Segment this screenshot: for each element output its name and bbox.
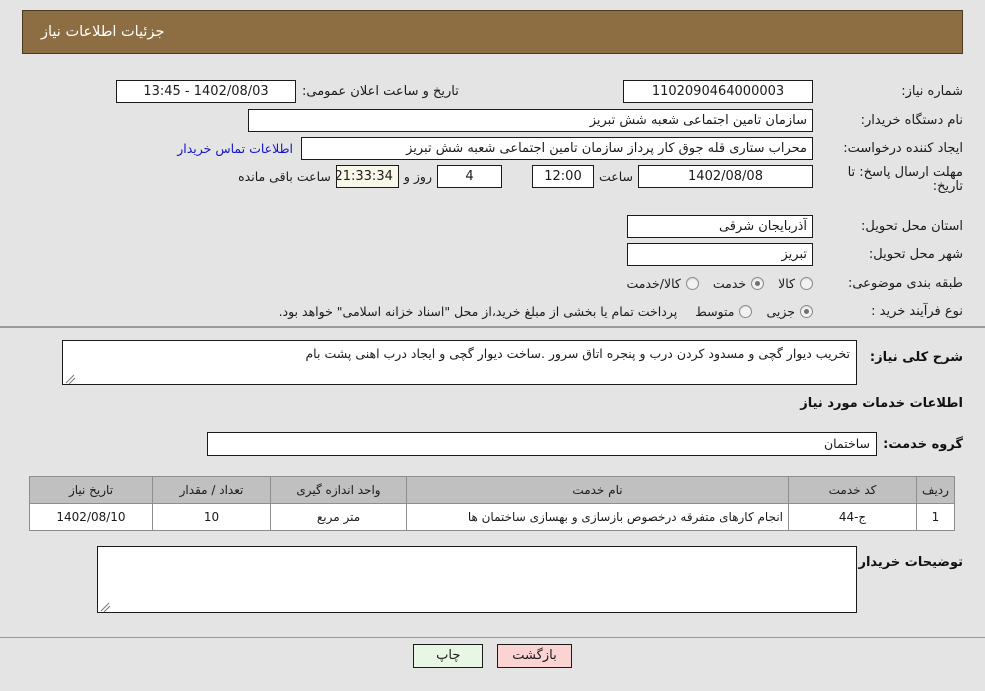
service-group-value: ساختمان [824,436,870,451]
radio-process-jozei[interactable] [800,304,813,318]
payment-note: پرداخت تمام یا بخشی از مبلغ خرید،از محل … [278,303,678,319]
hour-label: ساعت [598,169,633,184]
cell-quantity: 10 [152,503,271,531]
need-number-label: شماره نیاز: [901,83,963,99]
category-radio-group: کالا خدمت کالا/خدمت [612,276,813,291]
service-group-label: گروه خدمت: [883,437,963,452]
radio-category-kala-khedmat-label: کالا/خدمت [626,275,681,291]
need-number-value: 1102090464000003 [623,79,813,103]
delivery-city-value: تبریز [627,242,813,266]
remaining-hours-label: ساعت باقی مانده [238,169,331,184]
col-need-date: تاریخ نیاز [29,476,153,504]
countdown-timer: 21:33:34 [335,165,399,188]
need-details-panel: شرح کلی نیاز: تخریب دیوار گچی و مسدود کر… [0,327,985,638]
cell-service-name: انجام کارهای متفرقه درخصوص بازسازی و بهس… [406,503,789,531]
remaining-days-value: 4 [436,165,502,188]
col-radif: ردیف [916,476,955,504]
print-button[interactable]: چاپ [413,644,484,668]
table-header-row: ردیف کد خدمت نام خدمت واحد اندازه گیری ت… [29,476,955,504]
radio-category-kala[interactable] [800,276,813,290]
need-info-panel: شماره نیاز: 1102090464000003 تاریخ و ساع… [0,66,985,327]
resize-grip-icon [65,372,76,384]
back-button[interactable]: بازگشت [497,644,572,668]
page-title: جزئیات اطلاعات نیاز [41,24,165,40]
buyer-org-value: سازمان تامین اجتماعی شعبه شش تبریز [248,108,813,132]
process-type-label: نوع فرآیند خرید : [871,303,963,319]
col-unit: واحد اندازه گیری [270,476,407,504]
delivery-province-label: استان محل تحویل: [861,218,963,234]
request-creator-value: محراب ستاری قله جوق کار پرداز سازمان تام… [301,136,813,160]
deadline-time-value: 12:00 [531,165,594,188]
deadline-label: مهلت ارسال پاسخ: تا تاریخ: [847,165,963,194]
radio-process-motavaset-label: متوسط [695,303,735,319]
days-label: روز و [403,169,432,184]
buyer-org-label: نام دستگاه خریدار: [860,112,963,128]
cell-service-code: ج-44 [788,503,917,531]
process-radio-group: جزیی متوسط [681,304,813,319]
table-row: 1 ج-44 انجام کارهای متفرقه درخصوص بازساز… [29,503,955,531]
cell-unit: متر مربع [270,503,407,531]
radio-category-kala-label: کالا [778,275,795,291]
general-desc-label: شرح کلی نیاز: [869,350,963,365]
page-header: جزئیات اطلاعات نیاز [22,10,963,54]
action-button-bar: بازگشت چاپ [0,644,985,668]
radio-category-khedmat[interactable] [751,276,765,290]
announce-datetime-label: تاریخ و ساعت اعلان عمومی: [302,83,459,99]
radio-process-jozei-label: جزیی [766,303,795,319]
cell-radif: 1 [916,503,955,531]
general-desc-box: تخریب دیوار گچی و مسدود کردن درب و پنجره… [62,340,857,385]
radio-process-motavaset[interactable] [739,304,753,318]
request-creator-label: ایجاد کننده درخواست: [843,140,963,156]
announce-datetime-value: 1402/08/03 - 13:45 [116,79,296,103]
general-desc-value: تخریب دیوار گچی و مسدود کردن درب و پنجره… [305,346,850,361]
col-service-name: نام خدمت [406,476,789,504]
radio-category-kala-khedmat[interactable] [685,276,699,290]
services-table: ردیف کد خدمت نام خدمت واحد اندازه گیری ت… [29,476,955,531]
radio-category-khedmat-label: خدمت [712,275,747,291]
delivery-city-label: شهر محل تحویل: [868,246,963,262]
delivery-province-value: آذربایجان شرقی [627,214,813,238]
col-quantity: تعداد / مقدار [152,476,271,504]
resize-grip-icon-2 [100,600,111,612]
category-label: طبقه بندی موضوعی: [847,275,963,291]
buyer-contact-link[interactable]: اطلاعات تماس خریدار [169,141,301,156]
buyer-notes-box [97,546,857,613]
cell-need-date: 1402/08/10 [29,503,153,531]
deadline-date-value: 1402/08/08 [638,165,813,188]
service-group-box: ساختمان [207,432,877,456]
buyer-notes-label: توضیحات خریدار: [853,555,963,570]
services-section-title: اطلاعات خدمات مورد نیاز [800,396,963,411]
col-service-code: کد خدمت [788,476,917,504]
